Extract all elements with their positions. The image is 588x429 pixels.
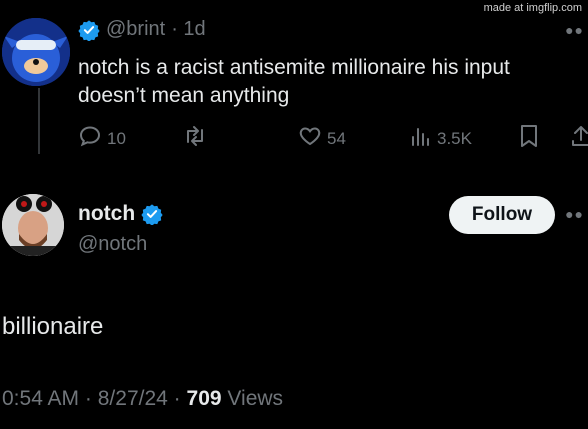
retweet-button[interactable]: [182, 124, 208, 153]
reply-header: @brint · 1d: [78, 18, 206, 42]
reply-avatar[interactable]: [2, 18, 70, 86]
thread-connector-line: [38, 88, 40, 154]
more-icon[interactable]: ●●: [565, 206, 584, 222]
like-count: 54: [327, 128, 346, 148]
verified-badge-icon: [141, 203, 163, 226]
reply-time[interactable]: · 1d: [171, 18, 205, 41]
reply-button[interactable]: 10: [78, 124, 126, 153]
author-handle[interactable]: @notch: [78, 233, 147, 256]
tweet-date[interactable]: 8/27/24: [98, 387, 168, 410]
retweet-icon: [182, 124, 208, 153]
like-button[interactable]: 54: [298, 124, 346, 153]
tweet-views-count: 709: [186, 387, 222, 410]
share-button[interactable]: [570, 124, 588, 153]
author-name-row: notch: [78, 202, 163, 226]
share-icon: [570, 124, 588, 153]
reply-count: 10: [107, 128, 126, 148]
reply-text: notch is a racist antisemite millionaire…: [78, 56, 510, 107]
verified-badge-icon: [78, 19, 100, 42]
reply-icon: [78, 124, 102, 153]
bookmark-icon: [518, 124, 540, 153]
bookmark-button[interactable]: [518, 124, 540, 153]
meta-separator: ·: [173, 387, 181, 410]
views-count: 3.5K: [437, 128, 472, 148]
reply-handle[interactable]: @brint: [106, 18, 165, 41]
like-icon: [298, 124, 322, 153]
author-name[interactable]: notch: [78, 202, 135, 226]
tweet-views-label: Views: [227, 387, 284, 410]
tweet-text: billionaire: [2, 313, 104, 340]
tweet-time[interactable]: 0:54 AM: [2, 387, 79, 410]
views-icon: [408, 124, 432, 153]
author-avatar[interactable]: [2, 194, 64, 256]
tweet-meta: 0:54 AM · 8/27/24 · 709 Views: [2, 387, 283, 411]
reply-action-bar: 10 54 3.5K: [78, 124, 588, 152]
meta-separator: ·: [84, 387, 92, 410]
follow-button[interactable]: Follow: [449, 196, 555, 234]
more-icon[interactable]: ●●: [565, 22, 584, 38]
imgflip-watermark: made at imgflip.com: [483, 2, 582, 14]
views-button[interactable]: 3.5K: [408, 124, 472, 153]
